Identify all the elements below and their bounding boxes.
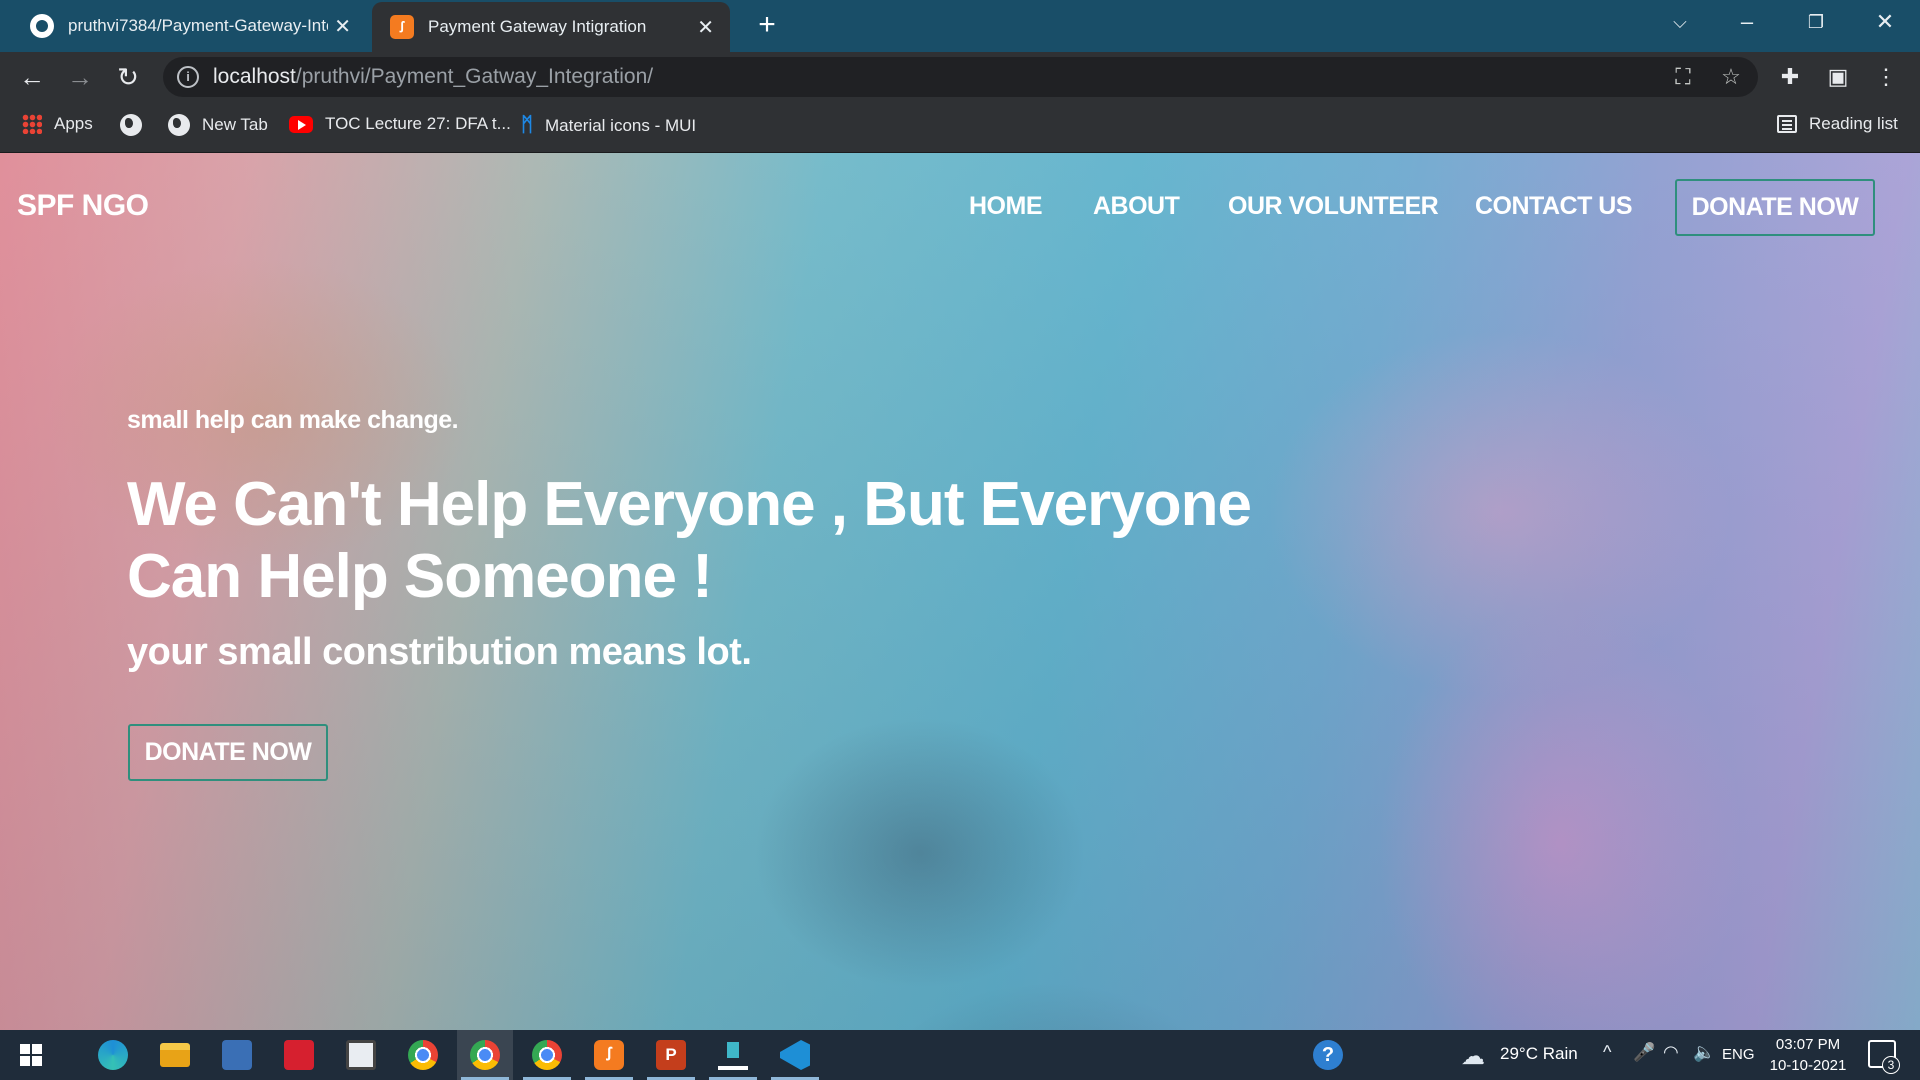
tab-title: Payment Gateway Intigration — [428, 17, 647, 36]
snipping-tool-icon — [346, 1040, 376, 1070]
bookmark-toc-lecture[interactable]: TOC Lecture 27: DFA t... — [289, 114, 511, 134]
bookmark-globe[interactable] — [120, 114, 154, 136]
notification-count: 3 — [1882, 1056, 1900, 1074]
bookmark-star-icon[interactable]: ☆ — [1717, 63, 1745, 91]
bookmark-label: TOC Lecture 27: DFA t... — [325, 114, 511, 133]
xampp-icon: ꭍ — [390, 15, 414, 39]
tab-close-icon[interactable]: ✕ — [697, 15, 714, 40]
taskbar-edge[interactable] — [85, 1030, 141, 1080]
translate-icon[interactable]: ⛶ — [1669, 63, 1697, 91]
hero-title: We Can't Help Everyone , But Everyone Ca… — [127, 470, 1252, 611]
nav-home[interactable]: HOME — [969, 192, 1043, 221]
taskbar-store[interactable] — [209, 1030, 265, 1080]
brand-logo[interactable]: SPF NGO — [17, 189, 149, 223]
taskbar-chrome-profile-2[interactable] — [519, 1030, 575, 1080]
folder-icon — [160, 1043, 190, 1067]
nav-about[interactable]: ABOUT — [1093, 192, 1180, 221]
speaker-icon[interactable]: 🔈 — [1693, 1042, 1715, 1063]
restore-icon[interactable]: ❐ — [1786, 0, 1846, 44]
help-icon[interactable]: ? — [1313, 1040, 1343, 1070]
page-hero: SPF NGO HOME ABOUT OUR VOLUNTEER CONTACT… — [0, 153, 1920, 1030]
taskbar-file-explorer[interactable] — [147, 1030, 203, 1080]
acrobat-icon — [284, 1040, 314, 1070]
taskbar: ꭍ P ? ☁ 29°C Rain ^ 🎤 ◠ 🔈 ENG 03:07 PM 1… — [0, 1030, 1920, 1080]
reading-list[interactable]: Reading list — [1777, 114, 1898, 134]
taskbar-chrome-profile[interactable] — [457, 1030, 513, 1080]
hero-donate-button[interactable]: DONATE NOW — [128, 724, 328, 781]
tab-search-icon[interactable]: ⌵ — [1650, 0, 1710, 44]
profile-avatar-icon[interactable]: ▣ — [1822, 61, 1854, 93]
menu-kebab-icon[interactable]: ⋮ — [1870, 61, 1902, 93]
taskbar-chrome[interactable] — [395, 1030, 451, 1080]
taskbar-vscode[interactable] — [767, 1030, 823, 1080]
bookmark-material-icons[interactable]: ᛗ Material icons - MUI — [521, 114, 696, 137]
chevron-up-icon[interactable]: ^ — [1603, 1042, 1611, 1063]
edge-icon — [98, 1040, 128, 1070]
url-text[interactable]: localhost/pruthvi/Payment_Gatway_Integra… — [213, 65, 653, 89]
tab-github[interactable]: pruthvi7384/Payment-Gateway-Integration … — [12, 0, 367, 52]
powerpoint-icon: P — [656, 1040, 686, 1070]
bookmark-label: Apps — [54, 114, 93, 133]
browser-toolbar: ← → ↻ i localhost/pruthvi/Payment_Gatway… — [0, 52, 1920, 102]
taskbar-installer[interactable] — [705, 1030, 761, 1080]
weather-text[interactable]: 29°C Rain — [1500, 1044, 1578, 1064]
vscode-icon — [780, 1040, 810, 1070]
github-icon — [30, 14, 54, 38]
reading-list-label: Reading list — [1809, 114, 1898, 133]
url-path: /pruthvi/Payment_Gatway_Integration/ — [295, 65, 654, 88]
extensions-icon[interactable]: ✚ — [1774, 61, 1806, 93]
reload-icon[interactable]: ↻ — [110, 59, 146, 95]
chrome-icon — [470, 1040, 500, 1070]
start-button[interactable] — [3, 1030, 59, 1080]
nav-contact-us[interactable]: CONTACT US — [1475, 192, 1633, 221]
xampp-icon: ꭍ — [594, 1040, 624, 1070]
taskbar-powerpoint[interactable]: P — [643, 1030, 699, 1080]
minimize-icon[interactable]: – — [1717, 0, 1777, 44]
rain-cloud-icon[interactable]: ☁ — [1461, 1042, 1485, 1071]
globe-icon — [168, 114, 190, 136]
chrome-icon — [532, 1040, 562, 1070]
site-info-icon[interactable]: i — [177, 66, 199, 88]
nav-donate-button[interactable]: DONATE NOW — [1675, 179, 1875, 236]
taskbar-acrobat[interactable] — [271, 1030, 327, 1080]
apps-grid-icon — [22, 114, 42, 134]
clock-date: 10-10-2021 — [1769, 1057, 1847, 1074]
tab-strip: pruthvi7384/Payment-Gateway-Integration … — [0, 0, 1920, 52]
windows-icon — [20, 1044, 42, 1066]
chrome-icon — [408, 1040, 438, 1070]
bookmark-apps[interactable]: Apps — [22, 114, 93, 134]
microphone-icon[interactable]: 🎤 — [1633, 1042, 1655, 1063]
language-indicator[interactable]: ENG — [1722, 1046, 1755, 1063]
forward-icon[interactable]: → — [62, 59, 98, 95]
installer-icon — [718, 1040, 748, 1070]
notification-icon[interactable]: 3 — [1868, 1040, 1900, 1074]
address-bar[interactable]: i localhost/pruthvi/Payment_Gatway_Integ… — [163, 57, 1758, 97]
bookmark-new-tab[interactable]: New Tab — [168, 114, 268, 136]
youtube-icon — [289, 115, 313, 133]
bookmark-label: Material icons - MUI — [545, 115, 697, 135]
tab-close-icon[interactable]: ✕ — [334, 14, 351, 39]
globe-icon — [120, 114, 142, 136]
bookmarks-bar: Apps New Tab TOC Lecture 27: DFA t... ᛗ … — [0, 102, 1920, 153]
taskbar-xampp[interactable]: ꭍ — [581, 1030, 637, 1080]
hero-tagline: small help can make change. — [127, 406, 459, 434]
mui-icon: ᛗ — [521, 114, 533, 136]
clock[interactable]: 03:07 PM 10-10-2021 — [1758, 1034, 1858, 1076]
taskbar-snipping-tool[interactable] — [333, 1030, 389, 1080]
url-host: localhost — [213, 65, 296, 88]
tab-title: pruthvi7384/Payment-Gateway-Integration — [68, 16, 328, 35]
wifi-icon[interactable]: ◠ — [1663, 1042, 1679, 1063]
back-icon[interactable]: ← — [14, 59, 50, 95]
hero-subtitle: your small constribution means lot. — [127, 631, 752, 673]
close-window-icon[interactable]: ✕ — [1855, 0, 1915, 44]
bookmark-label: New Tab — [202, 115, 268, 134]
clock-time: 03:07 PM — [1775, 1036, 1841, 1053]
reading-list-icon — [1777, 115, 1797, 133]
nav-our-volunteer[interactable]: OUR VOLUNTEER — [1228, 192, 1439, 221]
new-tab-button[interactable]: + — [750, 8, 784, 42]
tab-payment-gateway[interactable]: ꭍ Payment Gateway Intigration ✕ — [372, 2, 730, 52]
store-icon — [222, 1040, 252, 1070]
